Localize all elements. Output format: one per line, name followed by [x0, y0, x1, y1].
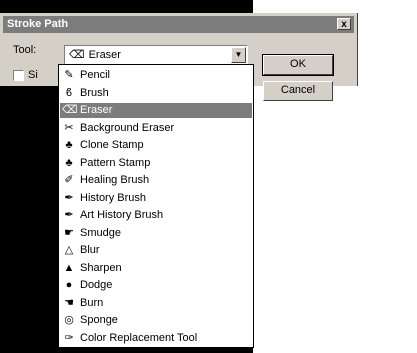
history-brush-icon: ✒	[64, 191, 74, 204]
dropdown-item-burn[interactable]: ☚ Burn	[60, 296, 252, 311]
dropdown-item-healing-brush[interactable]: ✐ Healing Brush	[60, 173, 252, 188]
dropdown-item-label: Clone Stamp	[80, 139, 144, 151]
cancel-button[interactable]: Cancel	[263, 81, 333, 101]
tool-dropdown-list: ✎ Pencil ϐ Brush ⌫ Eraser ✂ Background Eraser ♣ C…	[58, 64, 254, 348]
dropdown-item-sharpen[interactable]: ▲ Sharpen	[60, 261, 252, 276]
dropdown-item-label: Sponge	[80, 314, 118, 326]
dropdown-item-eraser[interactable]: ⌫ Eraser	[60, 103, 252, 118]
burn-icon: ☚	[64, 296, 74, 309]
blur-icon: △	[64, 244, 74, 256]
dropdown-item-label: Pencil	[80, 69, 110, 81]
title-bar: Stroke Path x	[3, 16, 354, 33]
pattern-stamp-icon: ♣	[65, 156, 73, 169]
dropdown-item-art-history-brush[interactable]: ✒ Art History Brush	[60, 208, 252, 223]
dropdown-item-brush[interactable]: ϐ Brush	[60, 86, 252, 101]
dropdown-item-clone-stamp[interactable]: ♣ Clone Stamp	[60, 138, 252, 153]
dropdown-item-label: History Brush	[80, 191, 147, 204]
simulate-pressure-checkbox[interactable]	[13, 70, 24, 81]
close-button[interactable]: x	[337, 18, 351, 30]
dropdown-item-smudge[interactable]: ☛ Smudge	[60, 226, 252, 241]
background-eraser-icon: ✂	[64, 121, 74, 134]
dialog-title: Stroke Path	[7, 18, 69, 30]
dropdown-item-label: Burn	[80, 296, 104, 309]
dropdown-item-history-brush[interactable]: ✒ History Brush	[60, 191, 252, 206]
smudge-icon: ☛	[64, 226, 74, 239]
dropdown-item-label: Dodge	[80, 279, 113, 291]
dropdown-item-label: Art History Brush	[80, 209, 164, 221]
dropdown-item-label: Background Eraser	[80, 121, 175, 134]
art-history-brush-icon: ✒	[64, 209, 74, 221]
dropdown-item-dodge[interactable]: ● Dodge	[60, 278, 252, 293]
brush-icon: ϐ	[65, 86, 73, 99]
tool-label: Tool:	[13, 44, 37, 56]
chevron-down-icon[interactable]: ▼	[231, 47, 246, 63]
color-replacement-icon: ✑	[64, 331, 74, 344]
dropdown-item-background-eraser[interactable]: ✂ Background Eraser	[60, 121, 252, 136]
eraser-icon: ⌫	[62, 104, 78, 116]
sponge-icon: ◎	[64, 314, 74, 326]
dropdown-item-label: Pattern Stamp	[80, 156, 151, 169]
dropdown-item-label: Healing Brush	[80, 174, 150, 186]
dropdown-item-blur[interactable]: △ Blur	[60, 243, 252, 258]
dropdown-item-label: Eraser	[80, 104, 113, 116]
dropdown-item-pattern-stamp[interactable]: ♣ Pattern Stamp	[60, 156, 252, 171]
eraser-icon: ⌫	[69, 49, 85, 61]
dropdown-item-sponge[interactable]: ◎ Sponge	[60, 313, 252, 328]
dodge-icon: ●	[65, 279, 73, 291]
dropdown-item-label: Color Replacement Tool	[80, 331, 198, 344]
tool-select-value: ⌫ Eraser	[69, 48, 121, 62]
ok-button[interactable]: OK	[262, 54, 334, 76]
tool-select[interactable]: ⌫ Eraser ▼	[64, 45, 248, 65]
sharpen-icon: ▲	[63, 261, 75, 274]
dropdown-item-label: Sharpen	[80, 261, 122, 274]
selected-tool-text: Eraser	[88, 48, 121, 61]
dropdown-item-label: Smudge	[80, 226, 121, 239]
dropdown-item-color-replacement-tool[interactable]: ✑ Color Replacement Tool	[60, 331, 252, 346]
dropdown-item-label: Blur	[80, 244, 100, 256]
clone-stamp-icon: ♣	[65, 139, 73, 151]
dropdown-item-label: Brush	[80, 86, 109, 99]
healing-brush-icon: ✐	[64, 174, 74, 186]
pencil-icon: ✎	[64, 69, 74, 81]
simulate-pressure-label: Si	[28, 69, 38, 81]
dropdown-item-pencil[interactable]: ✎ Pencil	[60, 68, 252, 83]
